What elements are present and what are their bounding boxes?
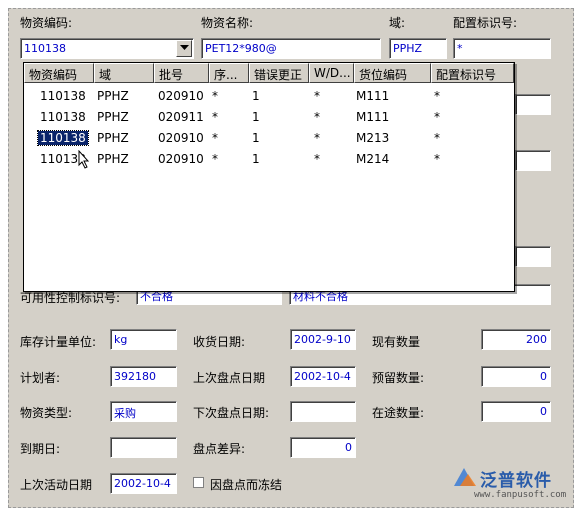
- col-header-seq[interactable]: 序...: [209, 63, 249, 83]
- diff-label: 盘点差异:: [193, 442, 246, 456]
- onhand-label: 现有数量: [372, 335, 421, 349]
- mouse-cursor-icon: [78, 150, 90, 169]
- hidden-field-2[interactable]: [515, 150, 551, 171]
- code-combo[interactable]: 110138: [20, 38, 194, 59]
- dropdown-row[interactable]: 110138 PPHZ 020910 * 1 * M111 *: [24, 87, 514, 107]
- last-count-field[interactable]: 2002-10-4: [290, 366, 356, 387]
- brand-name: 泛普软件: [480, 471, 552, 491]
- reserved-label: 预留数量:: [372, 371, 425, 385]
- uom-field[interactable]: kg: [110, 329, 177, 350]
- expire-field[interactable]: [110, 437, 177, 458]
- last-count-label: 上次盘点日期: [193, 371, 266, 385]
- code-label: 物资编码:: [20, 16, 73, 30]
- type-label: 物资类型:: [20, 406, 73, 420]
- dropdown-cell: *: [212, 89, 218, 103]
- planner-label: 计划者:: [20, 371, 61, 385]
- dropdown-header: 物资编码 域 批号 序... 错误更正 W/D... 货位编码 配置标识号: [24, 63, 514, 83]
- dropdown-cell: M111: [356, 110, 390, 124]
- dropdown-cell: 110138: [40, 110, 86, 124]
- dropdown-row[interactable]: 110138 PPHZ 020911 * 1 * M111 *: [24, 108, 514, 128]
- diff-field[interactable]: 0: [290, 437, 356, 458]
- dropdown-cell: *: [434, 152, 440, 166]
- dropdown-cell: 1: [252, 131, 260, 145]
- dropdown-cell: 110138: [37, 130, 89, 146]
- dropdown-cell: 020910: [158, 131, 204, 145]
- dropdown-cell: 020911: [158, 110, 204, 124]
- dropdown-cell: 1: [252, 110, 260, 124]
- col-header-config[interactable]: 配置标识号: [431, 63, 514, 83]
- config-label: 配置标识号:: [453, 16, 518, 30]
- domain-label: 域:: [389, 16, 406, 30]
- last-activity-field[interactable]: 2002-10-4: [110, 473, 177, 494]
- hidden-field-3[interactable]: [515, 246, 551, 267]
- brand-logo-icon: [454, 468, 476, 486]
- dropdown-cell: 020910: [158, 152, 204, 166]
- dropdown-cell: *: [314, 110, 320, 124]
- name-field[interactable]: PET12*980@: [201, 38, 381, 59]
- freeze-checkbox[interactable]: [193, 477, 204, 488]
- receive-date-field[interactable]: 2002-9-10: [290, 329, 356, 350]
- dropdown-cell: PPHZ: [97, 89, 129, 103]
- intransit-field[interactable]: 0: [481, 401, 551, 422]
- dropdown-cell: M214: [356, 152, 390, 166]
- code-dropdown-list[interactable]: 物资编码 域 批号 序... 错误更正 W/D... 货位编码 配置标识号 11…: [23, 62, 515, 292]
- freeze-label: 因盘点而冻结: [210, 478, 283, 492]
- dropdown-cell: PPHZ: [97, 110, 129, 124]
- dropdown-cell: *: [434, 131, 440, 145]
- domain-field[interactable]: PPHZ: [389, 38, 447, 59]
- brand-url: www.fanpusoft.com: [474, 490, 567, 500]
- dropdown-cell: *: [314, 152, 320, 166]
- dropdown-row[interactable]: 110138 PPHZ 020910 * 1 * M213 *: [24, 129, 514, 149]
- col-header-wd[interactable]: W/D...: [309, 63, 354, 83]
- brand-watermark: 泛普软件 www.fanpusoft.com: [452, 464, 574, 504]
- name-label: 物资名称:: [201, 16, 254, 30]
- dropdown-cell: M111: [356, 89, 390, 103]
- config-field[interactable]: *: [453, 38, 551, 59]
- next-count-label: 下次盘点日期:: [193, 406, 270, 420]
- col-header-location[interactable]: 货位编码: [354, 63, 431, 83]
- dropdown-cell: *: [434, 110, 440, 124]
- chevron-down-icon: [179, 45, 189, 50]
- dropdown-cell: M213: [356, 131, 390, 145]
- col-header-lot[interactable]: 批号: [154, 63, 209, 83]
- dropdown-cell: *: [212, 131, 218, 145]
- code-combo-dropdown-button[interactable]: [176, 40, 192, 57]
- dropdown-cell: 1: [252, 89, 260, 103]
- next-count-field[interactable]: [290, 401, 356, 422]
- planner-field[interactable]: 392180: [110, 366, 177, 387]
- uom-label: 库存计量单位:: [20, 335, 97, 349]
- receive-date-label: 收货日期:: [193, 335, 246, 349]
- last-activity-label: 上次活动日期: [20, 478, 93, 492]
- dropdown-cell: *: [314, 89, 320, 103]
- reserved-field[interactable]: 0: [481, 366, 551, 387]
- onhand-field[interactable]: 200: [481, 329, 551, 350]
- dropdown-cell: *: [434, 89, 440, 103]
- dropdown-cell: PPHZ: [97, 152, 129, 166]
- intransit-label: 在途数量:: [372, 406, 425, 420]
- dropdown-cell: *: [314, 131, 320, 145]
- col-header-domain[interactable]: 域: [94, 63, 154, 83]
- col-header-code[interactable]: 物资编码: [24, 63, 94, 83]
- code-combo-value: 110138: [24, 42, 66, 55]
- dropdown-cell: *: [212, 152, 218, 166]
- type-field[interactable]: 采购: [110, 401, 177, 422]
- dropdown-cell: *: [212, 110, 218, 124]
- hidden-field-1[interactable]: [515, 94, 551, 115]
- dropdown-cell: PPHZ: [97, 131, 129, 145]
- dropdown-cell: 110138: [40, 89, 86, 103]
- expire-label: 到期日:: [20, 442, 61, 456]
- dropdown-cell: 020910: [158, 89, 204, 103]
- dropdown-row[interactable]: 110138 PPHZ 020910 * 1 * M214 *: [24, 150, 514, 170]
- col-header-error[interactable]: 错误更正: [249, 63, 309, 83]
- dropdown-cell: 1: [252, 152, 260, 166]
